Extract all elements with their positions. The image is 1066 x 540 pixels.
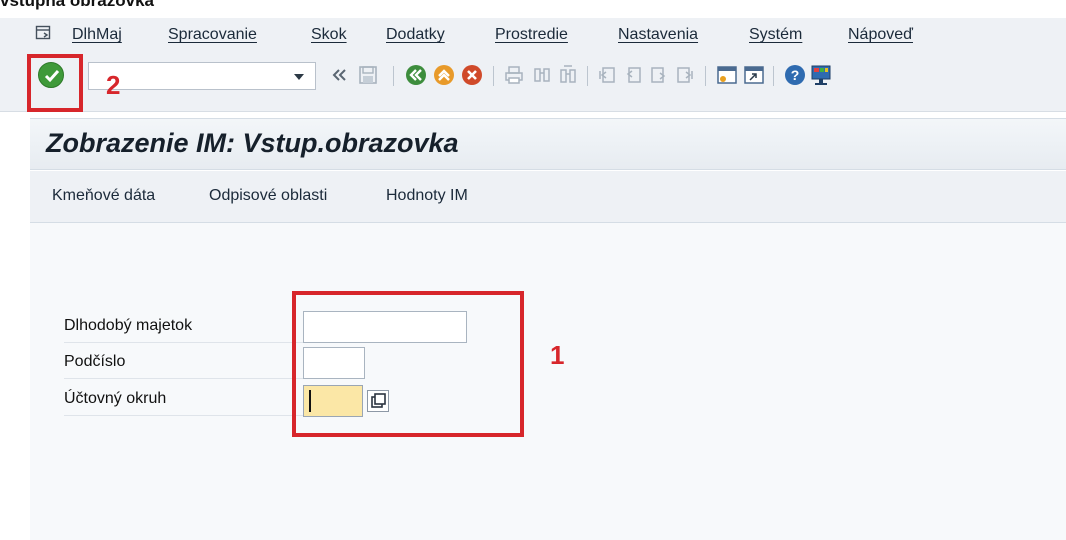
first-page-icon[interactable] — [597, 64, 617, 86]
page-title: Zobrazenie IM: Vstup.obrazovka — [46, 128, 459, 158]
previous-page-icon[interactable] — [623, 64, 643, 86]
asset-values-button[interactable]: Hodnoty IM — [386, 187, 468, 205]
back-icon[interactable] — [405, 64, 426, 86]
toolbar-separator — [705, 66, 706, 86]
exit-icon[interactable] — [433, 64, 454, 86]
menu-item-skok[interactable]: Skok — [311, 26, 347, 44]
toolbar-separator — [493, 66, 494, 86]
annotation-label-2: 2 — [106, 70, 121, 100]
command-field[interactable] — [88, 62, 316, 90]
chevron-down-icon[interactable] — [288, 65, 310, 87]
menu-options-icon[interactable] — [35, 24, 53, 42]
menu-bar: DlhMaj Spracovanie Skok Dodatky Prostred… — [0, 18, 1066, 52]
master-data-button[interactable]: Kmeňové dáta — [52, 187, 155, 205]
depreciation-areas-button[interactable]: Odpisové oblasti — [209, 187, 327, 205]
company-code-label: Účtovný okruh — [64, 390, 167, 407]
application-toolbar: Kmeňové dáta Odpisové oblasti Hodnoty IM — [30, 171, 1066, 223]
form-area: Dlhodobý majetok Podčíslo Účtovný okruh — [30, 223, 1066, 540]
asset-label: Dlhodobý majetok — [64, 317, 193, 334]
last-page-icon[interactable] — [675, 64, 695, 86]
standard-toolbar: ? — [0, 52, 1066, 112]
menu-item-nastavenia[interactable]: Nastavenia — [618, 26, 698, 44]
shortcut-icon[interactable] — [743, 64, 764, 86]
next-page-icon[interactable] — [649, 64, 669, 86]
title-bar: Zobrazenie IM: Vstup.obrazovka — [30, 118, 1066, 170]
menu-item-spracovanie[interactable]: Spracovanie — [168, 26, 257, 44]
menu-item-system[interactable]: Systém — [749, 26, 802, 44]
find-next-icon[interactable] — [558, 64, 578, 86]
document-caption: vstupná obrazovka — [0, 0, 154, 10]
annotation-box-2 — [27, 54, 83, 112]
chevron-double-left-icon[interactable] — [330, 64, 350, 86]
menu-item-dlhmaj[interactable]: DlhMaj — [72, 26, 122, 44]
toolbar-separator — [587, 66, 588, 86]
subnumber-label: Podčíslo — [64, 353, 126, 370]
create-session-icon[interactable] — [716, 64, 737, 86]
annotation-label-1: 1 — [550, 340, 565, 370]
toolbar-separator — [393, 66, 394, 86]
print-icon[interactable] — [504, 64, 524, 86]
annotation-box-1 — [292, 291, 524, 437]
svg-text:?: ? — [791, 67, 800, 83]
customize-layout-icon[interactable] — [810, 64, 831, 86]
cancel-icon[interactable] — [461, 64, 482, 86]
menu-item-napoved[interactable]: Nápoveď — [848, 26, 913, 44]
help-icon[interactable]: ? — [784, 64, 805, 86]
menu-item-dodatky[interactable]: Dodatky — [386, 26, 445, 44]
save-icon[interactable] — [358, 64, 378, 86]
find-icon[interactable] — [532, 64, 552, 86]
menu-item-prostredie[interactable]: Prostredie — [495, 26, 568, 44]
toolbar-separator — [773, 66, 774, 86]
